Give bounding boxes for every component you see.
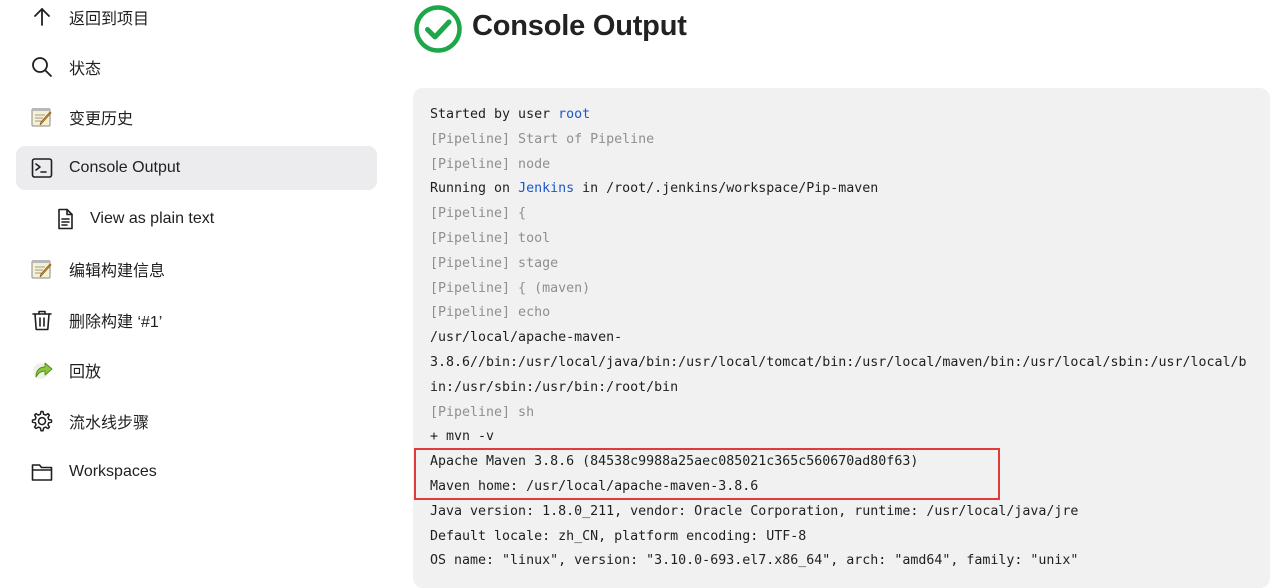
replay-arrow-icon xyxy=(33,362,53,379)
console-line: + mvn -v xyxy=(430,429,495,445)
console-line: [Pipeline] node xyxy=(430,156,551,172)
sidebar-item-label: 返回到项目 xyxy=(69,11,150,28)
sidebar-item-back-to-project[interactable]: 返回到项目 xyxy=(16,0,377,39)
notepad-icon xyxy=(31,108,52,127)
sidebar-item-label: 流水线步骤 xyxy=(69,415,150,432)
terminal-icon xyxy=(31,158,53,178)
sidebar-item-replay[interactable]: 回放 xyxy=(16,348,377,392)
console-line: [Pipeline] sh xyxy=(430,404,535,420)
sidebar-item-workspaces[interactable]: Workspaces xyxy=(16,450,377,494)
user-link[interactable]: root xyxy=(558,107,590,122)
sidebar-item-view-plain-text[interactable]: View as plain text xyxy=(16,197,377,241)
console-line: Default locale: zh_CN, platform encoding… xyxy=(430,528,807,544)
console-line: 3.8.6//bin:/usr/local/java/bin:/usr/loca… xyxy=(430,354,1247,370)
sidebar-item-label: 变更历史 xyxy=(69,111,134,128)
sidebar-item-label: 编辑构建信息 xyxy=(69,263,166,280)
console-log: Started by user root [Pipeline] Start of … xyxy=(430,103,1260,574)
console-line: Java version: 1.8.0_211, vendor: Oracle … xyxy=(430,503,1079,519)
sidebar-item-edit-build-info[interactable]: 编辑构建信息 xyxy=(16,247,377,291)
console-line: [Pipeline] { xyxy=(430,206,527,222)
console-line: [Pipeline] { (maven) xyxy=(430,280,591,296)
trash-icon xyxy=(32,310,52,331)
console-line: [Pipeline] echo xyxy=(430,305,551,321)
main-content: Console Output Started by user root [Pipe… xyxy=(395,0,1288,588)
notepad-icon xyxy=(31,260,52,279)
console-line: [Pipeline] stage xyxy=(430,255,559,271)
sidebar-item-label: Workspaces xyxy=(69,463,157,480)
sidebar-item-console-output[interactable]: Console Output xyxy=(16,146,377,190)
console-line: in:/usr/sbin:/usr/bin:/root/bin xyxy=(430,379,679,395)
sidebar: 返回到项目 状态 变更历史 Console Output View as pla… xyxy=(0,0,395,574)
folder-icon xyxy=(31,464,53,481)
console-line: /usr/local/apache-maven- xyxy=(430,330,623,346)
sidebar-item-label: 删除构建 ‘#1’ xyxy=(69,314,163,331)
page-title: Console Output xyxy=(472,10,687,42)
sidebar-item-delete-build[interactable]: 删除构建 ‘#1’ xyxy=(16,298,377,342)
console-line: Running on Jenkins in /root/.jenkins/wor… xyxy=(430,181,879,197)
success-check-icon xyxy=(414,5,462,53)
console-line: Apache Maven 3.8.6 (84538c9988a25aec0850… xyxy=(430,454,919,470)
node-link[interactable]: Jenkins xyxy=(518,181,574,196)
console-line: [Pipeline] tool xyxy=(430,230,551,246)
console-line: Maven home: /usr/local/apache-maven-3.8.… xyxy=(430,478,759,494)
sidebar-item-label: View as plain text xyxy=(90,210,215,227)
sidebar-item-status[interactable]: 状态 xyxy=(16,45,377,89)
sidebar-item-label: 状态 xyxy=(69,61,102,78)
arrow-up-icon xyxy=(34,8,50,26)
sidebar-item-changes[interactable]: 变更历史 xyxy=(16,95,377,139)
console-line: OS name: "linux", version: "3.10.0-693.e… xyxy=(430,553,1079,569)
console-line: [Pipeline] Start of Pipeline xyxy=(430,131,655,147)
sidebar-item-label: Console Output xyxy=(69,159,181,176)
console-output-panel: Started by user root [Pipeline] Start of … xyxy=(413,88,1270,588)
document-icon xyxy=(58,208,73,230)
search-icon xyxy=(32,57,52,77)
sidebar-item-pipeline-steps[interactable]: 流水线步骤 xyxy=(16,399,377,443)
console-line: Started by user root xyxy=(430,107,591,122)
sidebar-item-label: 回放 xyxy=(69,364,102,381)
gear-icon xyxy=(31,410,53,432)
